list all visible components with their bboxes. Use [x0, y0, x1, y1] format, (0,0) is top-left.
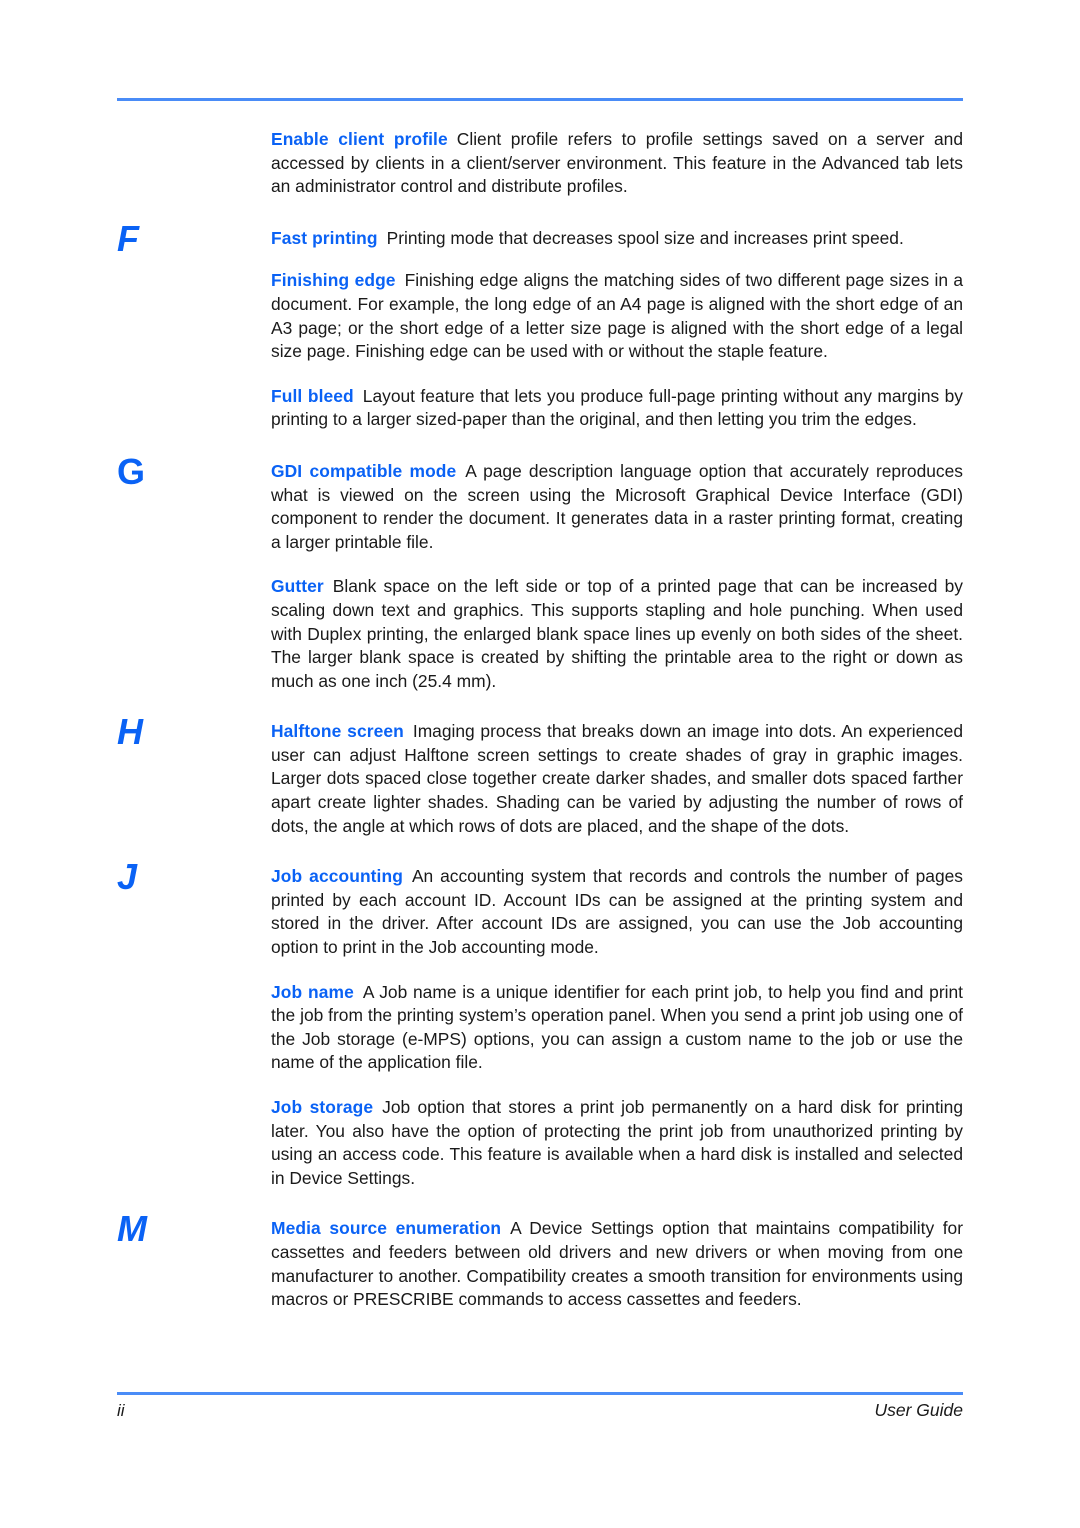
entry-paragraph: Halftone screen Imaging process that brea… [271, 720, 963, 838]
entry-term: Gutter [271, 576, 324, 597]
glossary-content: Enable client profile Client profile refe… [0, 128, 1080, 1331]
letter-heading-h: H [117, 711, 143, 753]
entry-body: Job option that stores a print job perma… [271, 1097, 964, 1188]
entry-paragraph: GDI compatible mode A page description la… [271, 460, 963, 554]
entry-paragraph: Job accounting An accounting system that … [271, 865, 963, 959]
glossary-entry: M Media source enumeration A Device Setti… [0, 1211, 1080, 1311]
glossary-entry: Finishing edge Finishing edge aligns the … [0, 269, 1080, 363]
glossary-entry: Full bleed Layout feature that lets you p… [0, 385, 1080, 432]
header-rule [117, 98, 963, 101]
entry-term: Finishing edge [271, 270, 396, 291]
entry-term: Halftone screen [271, 721, 404, 742]
entry-paragraph: Job name A Job name is a unique identifie… [271, 981, 963, 1075]
entry-body: A Job name is a unique identifier for ea… [271, 981, 963, 1073]
letter-heading-j: J [117, 856, 138, 898]
entry-term: Job accounting [271, 866, 403, 887]
entry-body: Printing mode that decreases spool size … [386, 227, 904, 248]
entry-paragraph: Enable client profile Client profile refe… [271, 128, 963, 199]
glossary-entry: Enable client profile Client profile refe… [0, 128, 1080, 199]
page-footer: ii User Guide [117, 1400, 963, 1421]
entry-paragraph: Media source enumeration A Device Setting… [271, 1217, 963, 1311]
letter-heading-f: F [117, 217, 139, 259]
entry-paragraph: Full bleed Layout feature that lets you p… [271, 385, 963, 432]
glossary-entry: G GDI compatible mode A page description … [0, 453, 1080, 554]
letter-heading-g: G [117, 450, 146, 492]
document-page: Enable client profile Client profile refe… [0, 0, 1080, 1528]
entry-body: Blank space on the left side or top of a… [271, 576, 963, 691]
entry-term: Job storage [271, 1097, 374, 1117]
entry-term: Fast printing [271, 227, 378, 248]
glossary-entry: Gutter Blank space on the left side or to… [0, 575, 1080, 693]
entry-term: Full bleed [271, 385, 354, 406]
entry-paragraph: Gutter Blank space on the left side or to… [271, 575, 963, 693]
letter-heading-m: M [117, 1208, 147, 1250]
entry-term: Job name [271, 981, 354, 1002]
entry-paragraph: Job storage Job option that stores a prin… [271, 1096, 963, 1190]
entry-term: Media source enumeration [271, 1218, 502, 1239]
entry-paragraph: Fast printing Printing mode that decrease… [271, 227, 963, 251]
entry-body: Layout feature that lets you produce ful… [271, 385, 963, 430]
entry-paragraph: Finishing edge Finishing edge aligns the … [271, 269, 963, 363]
glossary-entry: Job name A Job name is a unique identifie… [0, 981, 1080, 1075]
glossary-entry: Job storage Job option that stores a prin… [0, 1096, 1080, 1190]
footer-rule [117, 1392, 963, 1395]
footer-guide-label: User Guide [874, 1400, 963, 1420]
entry-term: GDI compatible mode [271, 460, 457, 481]
footer-page-number: ii [117, 1401, 125, 1420]
glossary-entry: F Fast printing Printing mode that decrea… [0, 220, 1080, 256]
glossary-entry: H Halftone screen Imaging process that br… [0, 714, 1080, 838]
entry-term: Enable client profile [271, 129, 448, 149]
glossary-entry: J Job accounting An accounting system tha… [0, 859, 1080, 959]
